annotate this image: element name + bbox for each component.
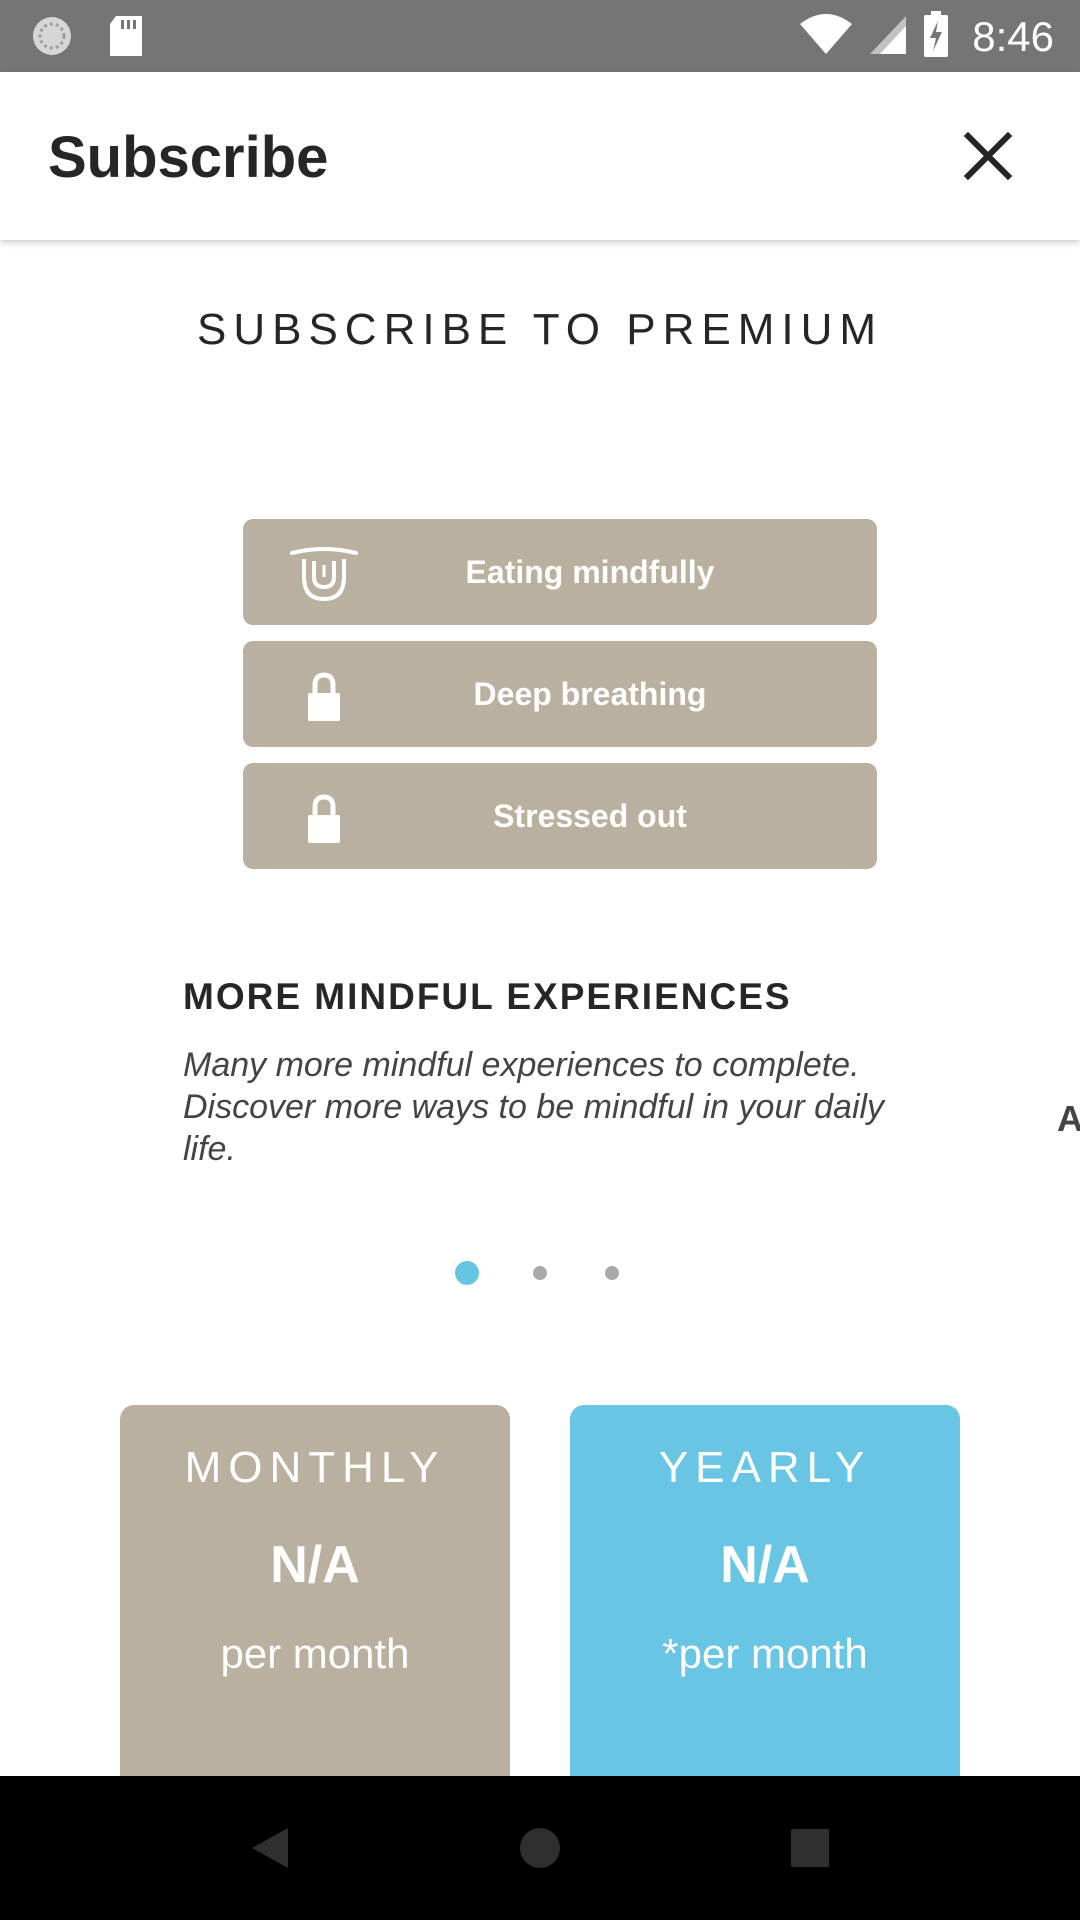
plan-price: N/A	[720, 1536, 810, 1594]
page-title: Subscribe	[48, 125, 329, 190]
slide-title: MORE MINDFUL EXPERIENCES	[183, 976, 792, 1017]
close-button[interactable]	[960, 128, 1016, 184]
wifi-icon	[798, 12, 854, 61]
home-button[interactable]	[504, 1812, 576, 1884]
back-button[interactable]	[234, 1812, 306, 1884]
home-circle-icon	[520, 1828, 560, 1868]
next-slide-peek: A	[1057, 1098, 1080, 1139]
plan-period: per month	[220, 1630, 410, 1677]
app-bar: Subscribe	[0, 72, 1080, 240]
feature-label: Stressed out	[493, 798, 687, 834]
settings-sync-icon	[30, 14, 74, 63]
pager-dot[interactable]	[605, 1266, 619, 1280]
system-nav-bar	[0, 1776, 1080, 1920]
recents-button[interactable]	[774, 1812, 846, 1884]
status-bar: 8:46	[0, 0, 1080, 72]
plan-name: YEARLY	[658, 1443, 872, 1492]
subscribe-screen: 8:46 Subscribe SUBSCRIBE TO PREMIUM Eati…	[0, 0, 1080, 1920]
plan-period: *per month	[662, 1630, 868, 1677]
feature-eating-mindfully[interactable]: Eating mindfully	[243, 519, 877, 625]
recents-square-icon	[791, 1829, 829, 1867]
status-time: 8:46	[972, 12, 1054, 60]
back-triangle-icon	[252, 1828, 288, 1868]
feature-deep-breathing[interactable]: Deep breathing	[243, 641, 877, 747]
close-icon	[963, 131, 1013, 181]
feature-label: Eating mindfully	[465, 554, 715, 590]
premium-heading: SUBSCRIBE TO PREMIUM	[196, 305, 884, 354]
plan-yearly-card[interactable]: YEARLY N/A *per month	[570, 1405, 960, 1785]
sd-card-icon	[108, 14, 144, 63]
slide-description: Many more mindful experiences to complet…	[183, 1046, 885, 1168]
feature-label: Deep breathing	[473, 676, 707, 712]
pager-dot-active[interactable]	[455, 1261, 479, 1285]
plan-price: N/A	[270, 1536, 360, 1594]
battery-charging-icon	[922, 10, 950, 63]
cell-signal-icon	[868, 12, 908, 61]
plan-monthly-card[interactable]: MONTHLY N/A per month	[120, 1405, 510, 1785]
pager-dot[interactable]	[533, 1266, 547, 1280]
feature-stressed-out[interactable]: Stressed out	[243, 763, 877, 869]
plan-name: MONTHLY	[184, 1443, 446, 1492]
